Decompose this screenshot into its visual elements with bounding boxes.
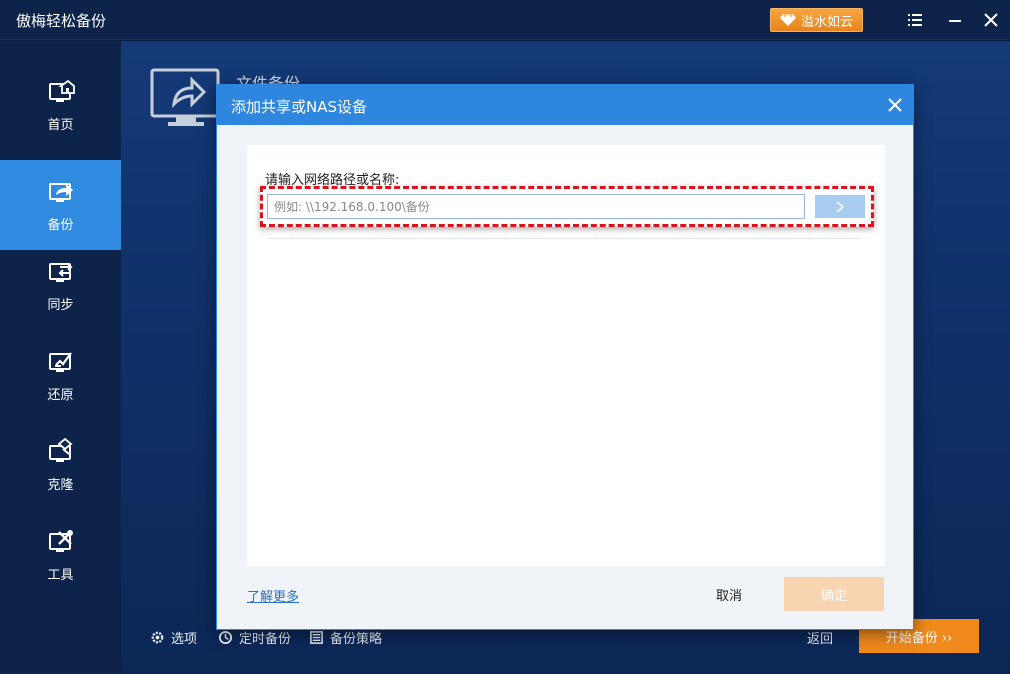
title-bar: 傲梅轻松备份 溢水如云	[0, 0, 1010, 40]
add-share-nas-dialog: 添加共享或NAS设备 请输入网络路径或名称: 了解更多 取消 确定	[216, 84, 914, 630]
strategy-link[interactable]: 备份策略	[309, 628, 382, 647]
sidebar-item-label: 克隆	[47, 477, 74, 493]
app-title: 傲梅轻松备份	[16, 12, 107, 30]
home-icon	[48, 79, 75, 102]
close-icon[interactable]	[981, 10, 1001, 30]
strategy-label: 备份策略	[330, 632, 383, 647]
sidebar-item-clone[interactable]: 克隆	[0, 420, 121, 510]
go-button[interactable]	[815, 195, 865, 218]
clone-icon	[48, 437, 72, 462]
options-label: 选项	[171, 632, 198, 647]
dialog-header: 添加共享或NAS设备	[217, 85, 913, 125]
learn-more-link[interactable]: 了解更多	[247, 586, 299, 605]
dialog-title: 添加共享或NAS设备	[231, 98, 368, 116]
dialog-content-panel: 请输入网络路径或名称:	[247, 145, 885, 566]
back-button[interactable]: 返回	[807, 628, 833, 647]
backup-icon	[48, 182, 73, 202]
upgrade-button[interactable]: 溢水如云	[770, 8, 863, 32]
network-path-input[interactable]	[267, 194, 805, 219]
sidebar-item-label: 备份	[47, 217, 74, 233]
close-icon[interactable]	[887, 97, 903, 113]
sidebar-item-label: 还原	[47, 387, 74, 403]
sidebar-item-restore[interactable]: 还原	[0, 330, 121, 420]
sidebar: 首页 备份 同步 还原 克隆 工具	[0, 41, 121, 674]
schedule-link[interactable]: 定时备份	[218, 628, 291, 647]
gear-icon	[151, 631, 164, 644]
sidebar-item-home[interactable]: 首页	[0, 60, 121, 150]
clock-icon	[218, 630, 233, 645]
confirm-button[interactable]: 确定	[784, 577, 884, 611]
minimize-icon[interactable]	[945, 10, 965, 30]
divider	[269, 238, 861, 239]
cancel-button[interactable]: 取消	[703, 577, 755, 611]
sync-icon	[48, 262, 72, 282]
sidebar-item-label: 工具	[47, 567, 74, 583]
tools-icon	[48, 529, 73, 552]
sidebar-item-sync[interactable]: 同步	[0, 240, 121, 330]
sidebar-item-backup[interactable]: 备份	[0, 160, 121, 250]
diamond-icon	[779, 14, 796, 26]
strategy-icon	[310, 631, 323, 644]
sidebar-item-label: 首页	[47, 117, 74, 133]
menu-icon[interactable]	[905, 10, 925, 30]
sidebar-item-tools[interactable]: 工具	[0, 510, 121, 600]
schedule-label: 定时备份	[239, 632, 292, 647]
options-link[interactable]: 选项	[150, 628, 197, 647]
sidebar-item-label: 同步	[47, 297, 74, 313]
restore-icon	[48, 351, 72, 372]
chevron-right-icon	[836, 200, 845, 213]
upgrade-label: 溢水如云	[800, 14, 853, 30]
monitor-share-icon	[150, 68, 220, 126]
